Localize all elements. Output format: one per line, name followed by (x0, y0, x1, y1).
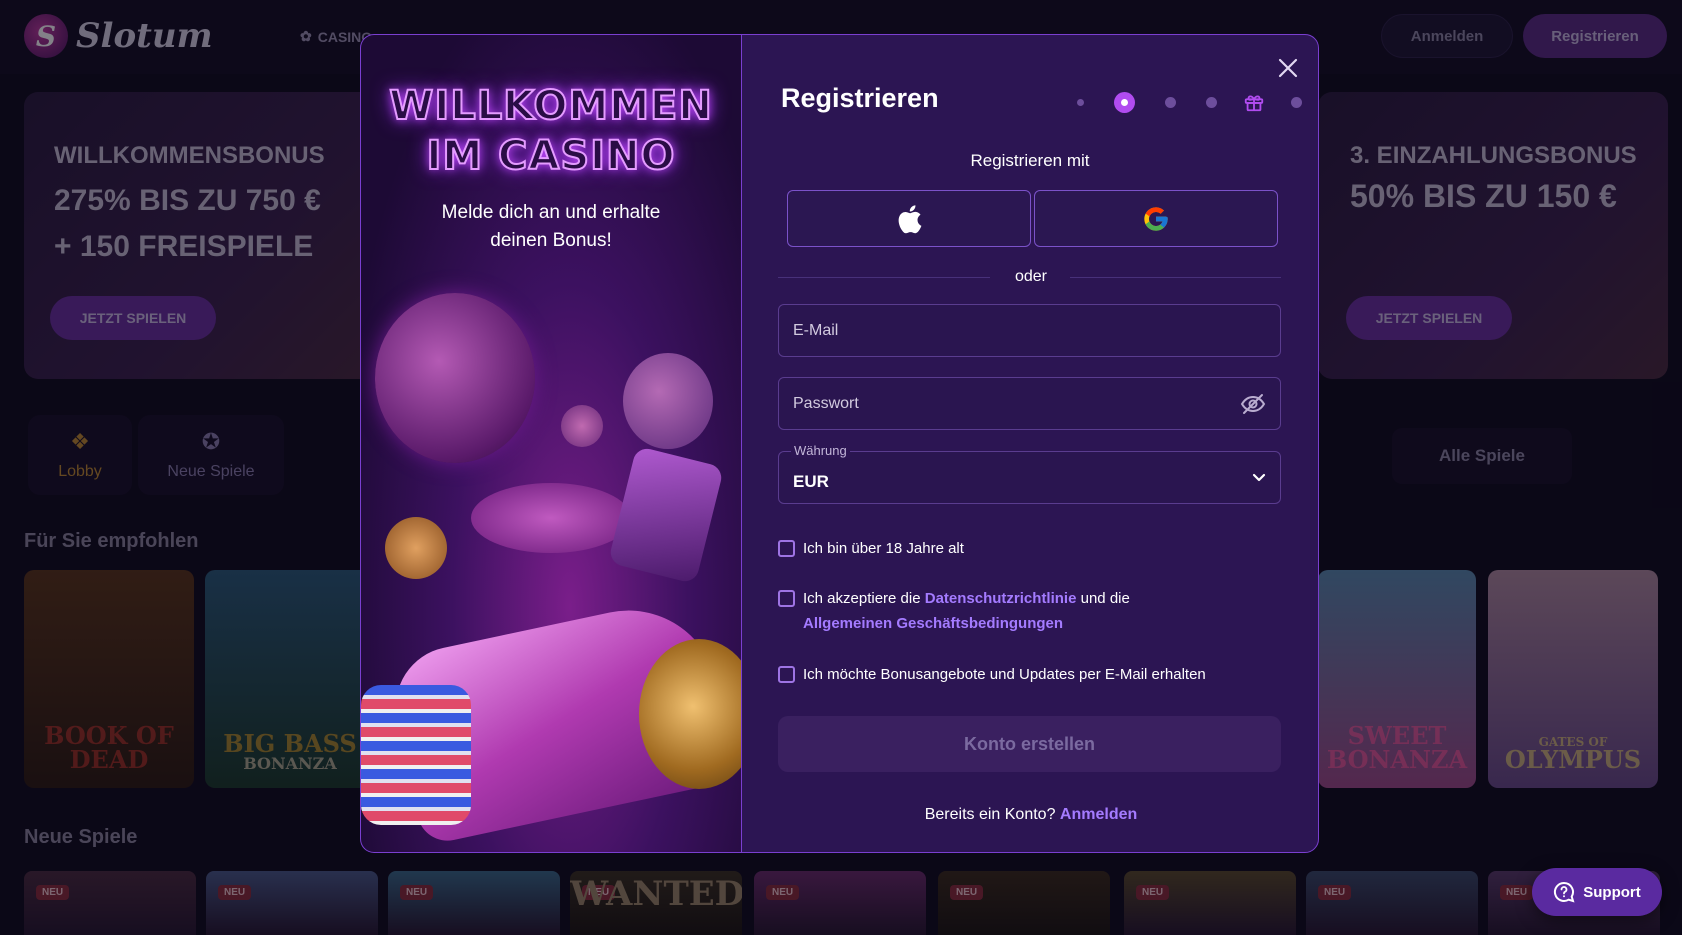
terms-checkbox[interactable] (778, 590, 795, 607)
modal-promo-panel: WILLKOMMEN IM CASINO Melde dich an und e… (360, 34, 741, 853)
welcome-title: WILLKOMMEN IM CASINO (361, 81, 741, 181)
support-button[interactable]: Support (1532, 868, 1662, 916)
coin-illustration (623, 353, 713, 449)
slot-machine-illustration (607, 445, 725, 585)
newsletter-checkbox[interactable] (778, 666, 795, 683)
step-dot (1077, 98, 1084, 106)
coin-illustration (561, 405, 603, 447)
step-dot (1165, 96, 1176, 108)
terms-text: und die (1076, 590, 1130, 607)
registration-steps (1062, 91, 1317, 113)
chat-icon (1554, 881, 1575, 903)
email-field[interactable] (778, 304, 1281, 357)
currency-label: Währung (791, 443, 850, 458)
apple-icon (898, 204, 922, 233)
terms-check-row[interactable]: Ich akzeptiere die Datenschutzrichtlinie… (778, 586, 1130, 636)
create-account-button[interactable]: Konto erstellen (778, 716, 1281, 772)
newsletter-check-label: Ich möchte Bonusangebote und Updates per… (803, 666, 1206, 683)
welcome-subtitle-line2: deinen Bonus! (490, 230, 612, 251)
terms-conditions-link[interactable]: Allgemeinen Geschäftsbedingungen (803, 615, 1063, 632)
login-link[interactable]: Anmelden (1060, 806, 1137, 823)
chip-stack-illustration (471, 483, 631, 553)
password-field[interactable] (778, 377, 1281, 430)
step-dot (1206, 96, 1217, 108)
age-check-row[interactable]: Ich bin über 18 Jahre alt (778, 536, 964, 561)
step-dot (1291, 96, 1302, 108)
chevron-down-icon (1252, 473, 1266, 481)
password-input[interactable] (793, 394, 1240, 413)
existing-account-text: Bereits ein Konto? (924, 806, 1060, 823)
age-checkbox[interactable] (778, 540, 795, 557)
email-input[interactable] (793, 321, 1266, 340)
welcome-subtitle-line1: Melde dich an und erhalte (441, 202, 661, 223)
or-separator: oder (1014, 268, 1048, 285)
google-icon (1144, 206, 1168, 231)
currency-value: EUR (793, 471, 829, 491)
close-modal-button[interactable] (1271, 51, 1305, 85)
welcome-title-line2: IM CASINO (425, 132, 676, 180)
google-signin-button[interactable] (1034, 190, 1278, 247)
existing-account-line: Bereits ein Konto? Anmelden (742, 806, 1320, 824)
step-dot-active (1114, 91, 1135, 113)
registration-title: Registrieren (781, 83, 939, 113)
apple-signin-button[interactable] (787, 190, 1031, 247)
support-label: Support (1583, 883, 1641, 901)
close-icon (1278, 58, 1298, 78)
welcome-subtitle: Melde dich an und erhalte deinen Bonus! (361, 199, 741, 255)
register-with-label: Registrieren mit (970, 151, 1090, 170)
currency-select[interactable]: Währung EUR (778, 443, 1281, 504)
newsletter-check-row[interactable]: Ich möchte Bonusangebote und Updates per… (778, 662, 1206, 687)
poker-chips-illustration (361, 685, 471, 825)
age-check-label: Ich bin über 18 Jahre alt (803, 540, 964, 557)
terms-check-label: Ich akzeptiere die Datenschutzrichtlinie… (803, 586, 1130, 636)
gold-coin-illustration (385, 517, 447, 579)
welcome-title-line1: WILLKOMMEN (388, 82, 713, 130)
coin-illustration-large (375, 293, 535, 463)
gift-icon (1244, 95, 1264, 112)
privacy-policy-link[interactable]: Datenschutzrichtlinie (925, 590, 1077, 607)
registration-panel: Registrieren Registrieren mit oder E-Mai… (741, 34, 1319, 853)
eye-off-icon[interactable] (1240, 393, 1266, 415)
terms-text: Ich akzeptiere die (803, 590, 925, 607)
